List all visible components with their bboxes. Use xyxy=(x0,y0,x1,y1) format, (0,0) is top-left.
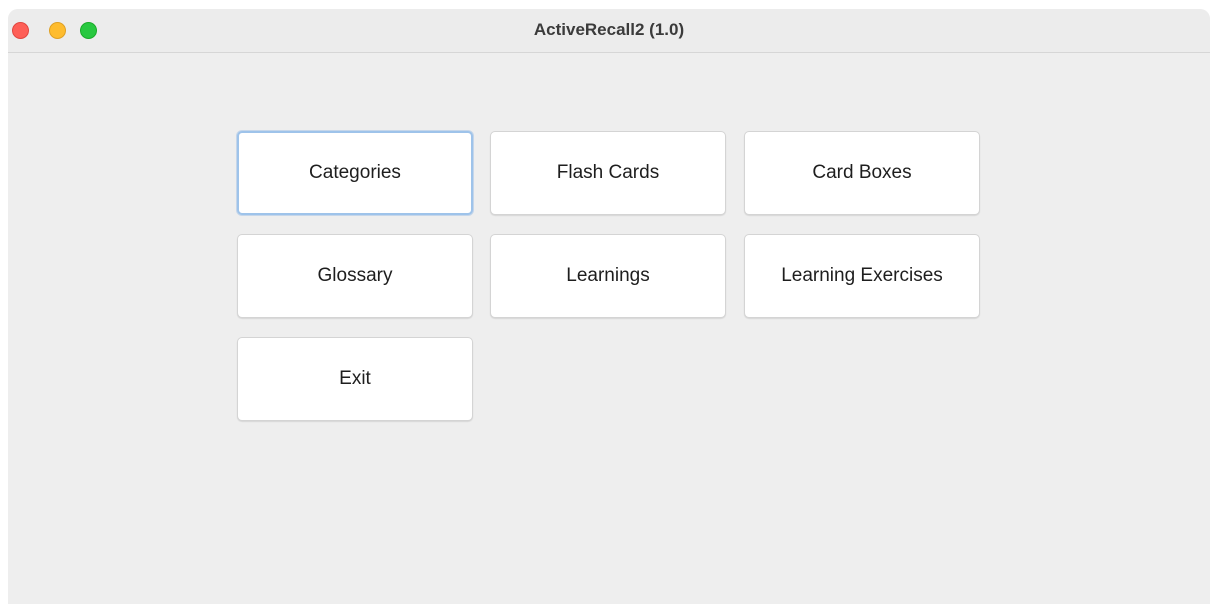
window-title: ActiveRecall2 (1.0) xyxy=(533,20,685,39)
app-window: ActiveRecall2 (1.0) Categories Flash Car… xyxy=(8,9,1210,604)
flash-cards-button[interactable]: Flash Cards xyxy=(490,131,726,215)
learning-exercises-button[interactable]: Learning Exercises xyxy=(744,234,980,318)
categories-button[interactable]: Categories xyxy=(237,131,473,215)
main-menu-panel: Categories Flash Cards Card Boxes Glossa… xyxy=(8,53,1210,604)
title-bar[interactable]: ActiveRecall2 (1.0) xyxy=(8,9,1210,53)
card-boxes-button[interactable]: Card Boxes xyxy=(744,131,980,215)
learnings-button[interactable]: Learnings xyxy=(490,234,726,318)
exit-button[interactable]: Exit xyxy=(237,337,473,421)
glossary-button[interactable]: Glossary xyxy=(237,234,473,318)
